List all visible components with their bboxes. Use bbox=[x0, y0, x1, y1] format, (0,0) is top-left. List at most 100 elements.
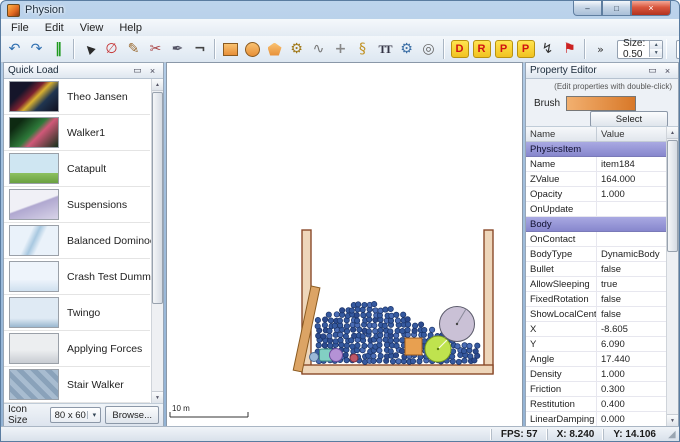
quickload-item[interactable]: Suspensions bbox=[4, 187, 150, 223]
quickload-item[interactable]: Applying Forces bbox=[4, 331, 150, 367]
property-row[interactable]: Y 6.090 bbox=[526, 337, 667, 352]
property-row[interactable]: Friction 0.300 bbox=[526, 382, 667, 397]
scroll-up-icon[interactable]: ▲ bbox=[667, 127, 678, 139]
property-row[interactable]: Angle 17.440 bbox=[526, 352, 667, 367]
icon-size-combobox[interactable]: 80 x 60 ▾ bbox=[49, 407, 102, 423]
property-row[interactable]: Restitution 0.400 bbox=[526, 397, 667, 412]
property-value[interactable]: -8.605 bbox=[597, 324, 667, 335]
property-value[interactable]: 0.400 bbox=[597, 399, 667, 410]
property-value[interactable]: 0.300 bbox=[597, 384, 667, 395]
gear-joint-tool-button[interactable]: ⚙ bbox=[396, 38, 417, 60]
polyline-tool-button[interactable]: ↯ bbox=[537, 38, 558, 60]
property-row[interactable]: Opacity 1.000 bbox=[526, 187, 667, 202]
orange-box[interactable] bbox=[404, 337, 423, 356]
quickload-item[interactable]: Catapult bbox=[4, 151, 150, 187]
menu-file[interactable]: File bbox=[3, 21, 37, 35]
select-tool-button[interactable]: ▶ bbox=[79, 38, 100, 60]
quickload-item[interactable]: Twingo bbox=[4, 295, 150, 331]
menu-help[interactable]: Help bbox=[111, 21, 150, 35]
menu-edit[interactable]: Edit bbox=[37, 21, 72, 35]
property-row[interactable]: FixedRotation false bbox=[526, 292, 667, 307]
quickload-dock-titlebar[interactable]: Quick Load ▭ × bbox=[4, 63, 163, 79]
size-spinbox[interactable]: Size: 0.50 ▲ ▼ bbox=[617, 38, 664, 60]
quickload-close-button[interactable]: × bbox=[146, 65, 159, 77]
container-floor[interactable] bbox=[301, 364, 494, 375]
spring-tool-button[interactable]: § bbox=[352, 38, 373, 60]
toolbar-overflow-button[interactable]: » bbox=[590, 38, 611, 60]
property-editor-close-button[interactable]: × bbox=[661, 65, 674, 77]
property-row[interactable]: OnUpdate bbox=[526, 202, 667, 217]
cut-tool-button[interactable]: ✂ bbox=[145, 38, 166, 60]
property-row[interactable]: ZValue 164.000 bbox=[526, 172, 667, 187]
drag-gun-tool-button[interactable]: ⌐ bbox=[189, 38, 210, 60]
pencil-tool-button[interactable]: ✎ bbox=[123, 38, 144, 60]
undo-button[interactable]: ↶ bbox=[4, 38, 25, 60]
scroll-down-icon[interactable]: ▼ bbox=[152, 391, 163, 403]
size-spin-down-icon[interactable]: ▼ bbox=[649, 49, 663, 57]
maximize-button[interactable]: □ bbox=[602, 1, 631, 16]
quickload-item[interactable]: Theo Jansen bbox=[4, 79, 150, 115]
box-tool-button[interactable] bbox=[220, 38, 241, 60]
property-value[interactable]: item184 bbox=[597, 159, 667, 170]
brush-select-button[interactable]: Select bbox=[590, 111, 668, 127]
play-pause-button[interactable]: ‖ bbox=[48, 38, 69, 60]
pin-tool-button[interactable]: + bbox=[330, 38, 351, 60]
property-grid-scrollbar[interactable]: ▲ ▼ bbox=[666, 127, 678, 426]
revolute-joint-tool-button[interactable]: R bbox=[471, 38, 492, 60]
circle-tool-button[interactable] bbox=[242, 38, 263, 60]
property-value[interactable]: false bbox=[597, 264, 667, 275]
property-value[interactable]: 0.000 bbox=[597, 414, 667, 425]
scroll-down-icon[interactable]: ▼ bbox=[667, 414, 678, 426]
scrollbar-thumb[interactable] bbox=[152, 92, 163, 304]
property-value[interactable]: 17.440 bbox=[597, 354, 667, 365]
gear-tool-button[interactable]: ⚙ bbox=[286, 38, 307, 60]
red-ball[interactable] bbox=[349, 353, 359, 363]
distance-joint-tool-button[interactable]: D bbox=[449, 38, 470, 60]
property-group-row[interactable]: PhysicsItem bbox=[526, 142, 667, 157]
property-row[interactable]: Name item184 bbox=[526, 157, 667, 172]
property-value[interactable]: DynamicBody bbox=[597, 249, 667, 260]
property-value[interactable]: 1.000 bbox=[597, 369, 667, 380]
property-row[interactable]: OnContact bbox=[526, 232, 667, 247]
property-editor-float-button[interactable]: ▭ bbox=[646, 65, 659, 77]
pulley-joint-tool-button[interactable]: P bbox=[515, 38, 536, 60]
text-tool-button[interactable]: TT bbox=[374, 38, 395, 60]
resize-grip[interactable]: ◢ bbox=[665, 429, 679, 440]
property-group-row[interactable]: Body bbox=[526, 217, 667, 232]
redo-button[interactable]: ↷ bbox=[26, 38, 47, 60]
property-value[interactable]: true bbox=[597, 279, 667, 290]
property-value[interactable]: 164.000 bbox=[597, 174, 667, 185]
pen-tool-button[interactable]: ✒ bbox=[167, 38, 188, 60]
property-row[interactable]: AllowSleeping true bbox=[526, 277, 667, 292]
delete-tool-button[interactable]: ∅ bbox=[101, 38, 122, 60]
quickload-item[interactable]: Crash Test Dummy bbox=[4, 259, 156, 295]
quickload-item[interactable]: Stair Walker bbox=[4, 367, 150, 403]
menu-view[interactable]: View bbox=[72, 21, 112, 35]
distance-spinbox[interactable]: Distance: 0.20 ▲▼ bbox=[676, 39, 679, 59]
brush-color-swatch[interactable] bbox=[566, 96, 636, 111]
property-editor-titlebar[interactable]: Property Editor ▭ × bbox=[526, 63, 678, 79]
property-value[interactable]: 6.090 bbox=[597, 339, 667, 350]
scene-canvas[interactable]: 10 m bbox=[166, 62, 523, 427]
flag-tool-button[interactable]: ⚑ bbox=[559, 38, 580, 60]
column-value[interactable]: Value bbox=[597, 129, 625, 140]
browse-button[interactable]: Browse... bbox=[105, 406, 159, 424]
property-value[interactable]: 1.000 bbox=[597, 189, 667, 200]
scroll-up-icon[interactable]: ▲ bbox=[152, 79, 163, 91]
size-spin-up-icon[interactable]: ▲ bbox=[649, 41, 663, 49]
property-row[interactable]: Density 1.000 bbox=[526, 367, 667, 382]
column-name[interactable]: Name bbox=[526, 127, 597, 141]
quickload-item[interactable]: Balanced Dominoes bbox=[4, 223, 161, 259]
purple-ball[interactable] bbox=[329, 348, 343, 362]
tracer-tool-button[interactable]: ◎ bbox=[418, 38, 439, 60]
container-right-wall[interactable] bbox=[483, 229, 494, 374]
property-value[interactable]: false bbox=[597, 309, 667, 320]
small-blue-ball[interactable] bbox=[309, 352, 319, 362]
quickload-scrollbar[interactable]: ▲ ▼ bbox=[151, 79, 163, 403]
property-row[interactable]: BodyType DynamicBody bbox=[526, 247, 667, 262]
scrollbar-thumb[interactable] bbox=[667, 140, 678, 252]
rope-tool-button[interactable]: ∿ bbox=[308, 38, 329, 60]
quickload-float-button[interactable]: ▭ bbox=[131, 65, 144, 77]
property-row[interactable]: ShowLocalCenterfalse bbox=[526, 307, 667, 322]
lavender-wheel[interactable] bbox=[439, 306, 475, 342]
